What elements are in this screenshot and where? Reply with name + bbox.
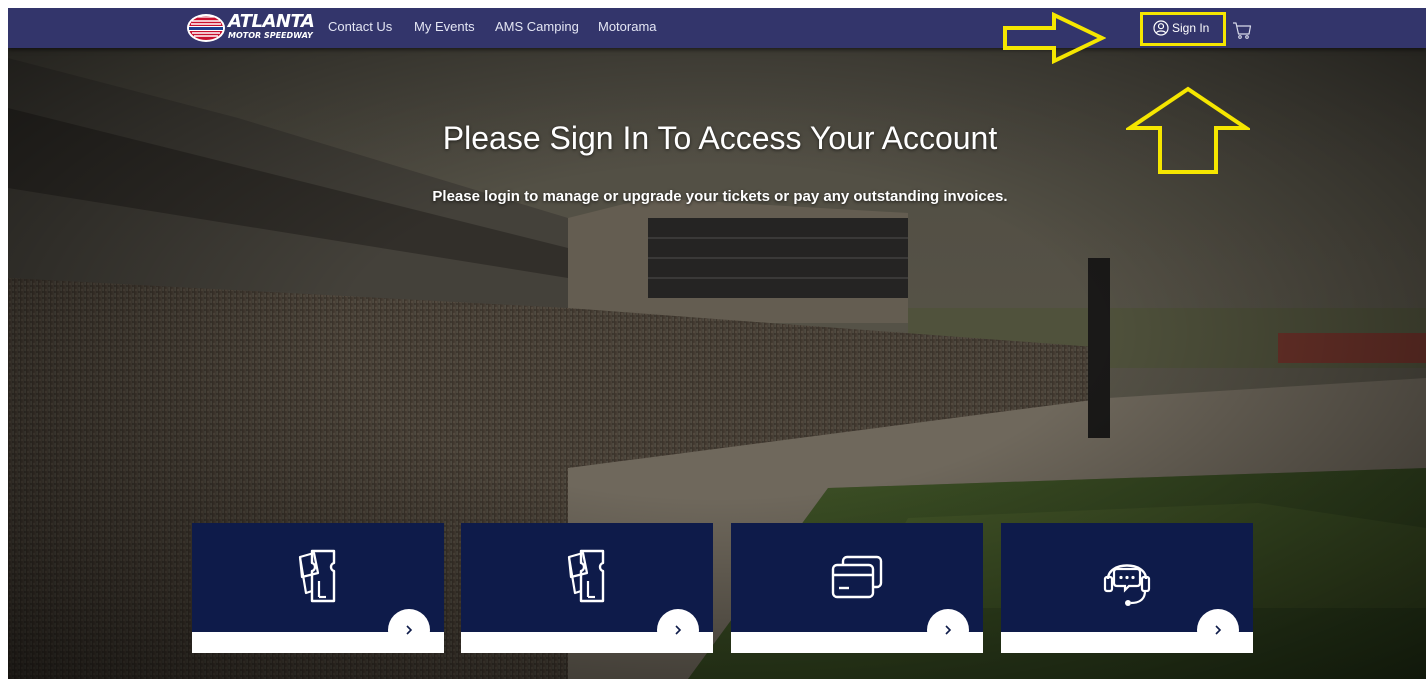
nav-link-my-events[interactable]: My Events xyxy=(414,19,475,34)
hero-subtitle: Please login to manage or upgrade your t… xyxy=(432,188,1008,205)
card-arrow-button[interactable] xyxy=(927,609,969,651)
card-arrow-button[interactable] xyxy=(1197,609,1239,651)
card-tickets-upgrade[interactable] xyxy=(461,523,713,653)
sign-in-label: Sign In xyxy=(1172,21,1210,35)
cart-icon[interactable] xyxy=(1232,20,1252,40)
sign-in-button[interactable]: Sign In xyxy=(1153,18,1209,38)
card-support[interactable] xyxy=(1001,523,1253,653)
speedway-globe-icon xyxy=(187,14,225,42)
top-navbar: ATLANTA MOTOR SPEEDWAY Contact Us My Eve… xyxy=(8,8,1426,48)
nav-link-ams-camping[interactable]: AMS Camping xyxy=(495,19,579,34)
nav-link-contact-us[interactable]: Contact Us xyxy=(328,19,392,34)
logo-wordmark: ATLANTA xyxy=(228,11,315,32)
card-arrow-button[interactable] xyxy=(388,609,430,651)
headset-chat-icon xyxy=(1103,564,1151,606)
card-tickets[interactable] xyxy=(192,523,444,653)
user-icon xyxy=(1153,20,1169,36)
tickets-icon xyxy=(298,549,336,603)
credit-card-icon xyxy=(831,555,883,599)
chevron-right-icon xyxy=(945,625,952,635)
tickets-icon xyxy=(567,549,605,603)
card-arrow-button[interactable] xyxy=(657,609,699,651)
chevron-right-icon xyxy=(406,625,413,635)
hero-title: Please Sign In To Access Your Account xyxy=(442,120,998,156)
chevron-right-icon xyxy=(675,625,682,635)
logo-tagline: MOTOR SPEEDWAY xyxy=(228,31,313,40)
browser-viewport: ATLANTA MOTOR SPEEDWAY Contact Us My Eve… xyxy=(8,8,1426,679)
atlanta-motor-speedway-logo[interactable]: ATLANTA MOTOR SPEEDWAY xyxy=(186,11,315,44)
nav-link-motorama[interactable]: Motorama xyxy=(598,19,657,34)
chevron-right-icon xyxy=(1215,625,1222,635)
card-payments[interactable] xyxy=(731,523,983,653)
